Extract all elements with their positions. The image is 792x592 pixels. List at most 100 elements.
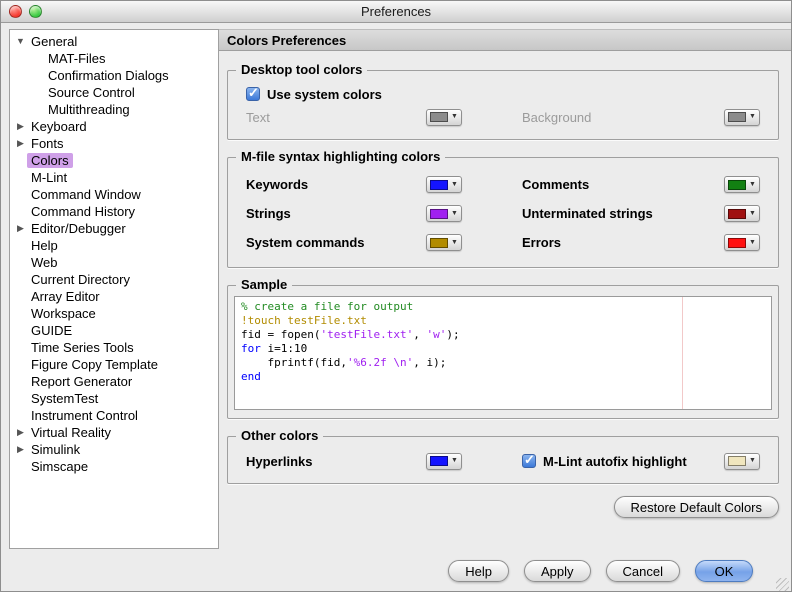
code-segment-keyword: for <box>241 342 261 355</box>
sidebar-item-source-control[interactable]: Source Control <box>10 84 218 101</box>
unterminated-strings-color-swatch <box>728 209 746 219</box>
cancel-button[interactable]: Cancel <box>606 560 680 582</box>
sidebar-item-command-history[interactable]: Command History <box>10 203 218 220</box>
strings-color-dropdown[interactable]: ▼ <box>426 205 462 222</box>
chevron-down-icon: ▼ <box>451 456 458 466</box>
sidebar-item-help[interactable]: Help <box>10 237 218 254</box>
sidebar-item-figure-copy-template[interactable]: Figure Copy Template <box>10 356 218 373</box>
sidebar-item-multithreading[interactable]: Multithreading <box>10 101 218 118</box>
window-title: Preferences <box>361 4 431 19</box>
desktop-tool-colors-group: Desktop tool colors Use system colors Te… <box>227 70 779 140</box>
mlint-autofix-label: M-Lint autofix highlight <box>543 454 687 469</box>
sidebar-item-label: Web <box>27 255 62 270</box>
sidebar-item-editor-debugger[interactable]: ▶Editor/Debugger <box>10 220 218 237</box>
keywords-color-dropdown[interactable]: ▼ <box>426 176 462 193</box>
zoom-button[interactable] <box>29 5 42 18</box>
code-line: fid = fopen('testFile.txt', 'w'); <box>241 328 765 342</box>
ok-button[interactable]: OK <box>695 560 753 582</box>
restore-default-colors-button[interactable]: Restore Default Colors <box>614 496 780 518</box>
syntax-colors-group: M-file syntax highlighting colors Keywor… <box>227 157 779 268</box>
sidebar-item-simulink[interactable]: ▶Simulink <box>10 441 218 458</box>
use-system-colors-checkbox[interactable] <box>246 87 260 101</box>
sidebar-item-fonts[interactable]: ▶Fonts <box>10 135 218 152</box>
dialog-body: ▼GeneralMAT-FilesConfirmation DialogsSou… <box>1 23 791 549</box>
help-button[interactable]: Help <box>448 560 509 582</box>
sidebar-item-command-window[interactable]: Command Window <box>10 186 218 203</box>
disclosure-triangle-icon[interactable]: ▶ <box>14 424 27 441</box>
sidebar-item-time-series-tools[interactable]: Time Series Tools <box>10 339 218 356</box>
disclosure-triangle-icon[interactable]: ▶ <box>14 441 27 458</box>
code-line: end <box>241 370 765 384</box>
resize-grip-icon[interactable] <box>776 578 789 591</box>
sidebar-item-array-editor[interactable]: Array Editor <box>10 288 218 305</box>
code-segment-system: !touch testFile.txt <box>241 314 367 327</box>
sidebar-item-systemtest[interactable]: SystemTest <box>10 390 218 407</box>
sidebar-item-label: Time Series Tools <box>27 340 138 355</box>
sidebar-item-label: Fonts <box>27 136 68 151</box>
sidebar-item-mat-files[interactable]: MAT-Files <box>10 50 218 67</box>
sidebar-item-instrument-control[interactable]: Instrument Control <box>10 407 218 424</box>
other-colors-row: Hyperlinks ▼ M-Lint autofix highlight ▼ <box>246 449 760 473</box>
unterminated-strings-color-dropdown[interactable]: ▼ <box>724 205 760 222</box>
sidebar-item-label: Virtual Reality <box>27 425 115 440</box>
syntax-label: Keywords <box>246 177 426 192</box>
sidebar-item-virtual-reality[interactable]: ▶Virtual Reality <box>10 424 218 441</box>
sidebar-item-general[interactable]: ▼General <box>10 33 218 50</box>
use-system-colors-label: Use system colors <box>267 87 382 102</box>
code-line: % create a file for output <box>241 300 765 314</box>
disclosure-triangle-icon[interactable]: ▶ <box>14 135 27 152</box>
errors-color-swatch <box>728 238 746 248</box>
background-label: Background <box>522 110 720 125</box>
code-segment-text: , <box>413 328 426 341</box>
sidebar-item-m-lint[interactable]: M-Lint <box>10 169 218 186</box>
errors-color-dropdown[interactable]: ▼ <box>724 234 760 251</box>
disclosure-triangle-icon[interactable]: ▶ <box>14 118 27 135</box>
mlint-autofix-checkbox[interactable] <box>522 454 536 468</box>
sidebar-item-colors[interactable]: Colors <box>10 152 218 169</box>
text-color-dropdown[interactable]: ▼ <box>426 109 462 126</box>
sidebar-item-simscape[interactable]: Simscape <box>10 458 218 475</box>
system-commands-color-dropdown[interactable]: ▼ <box>426 234 462 251</box>
mlint-autofix-color-dropdown[interactable]: ▼ <box>724 453 760 470</box>
sidebar-item-label: Simulink <box>27 442 84 457</box>
other-colors-group: Other colors Hyperlinks ▼ M-Lint autofix… <box>227 436 779 484</box>
preferences-tree: ▼GeneralMAT-FilesConfirmation Dialogs Sou… <box>9 29 219 549</box>
chevron-down-icon: ▼ <box>749 456 756 466</box>
chevron-down-icon: ▼ <box>451 209 458 219</box>
sidebar-item-web[interactable]: Web <box>10 254 218 271</box>
code-segment-text: , i); <box>413 356 446 369</box>
disclosure-triangle-icon[interactable]: ▼ <box>14 33 27 50</box>
hyperlinks-color-dropdown[interactable]: ▼ <box>426 453 462 470</box>
background-color-swatch <box>728 112 746 122</box>
sidebar-item-label: Help <box>27 238 62 253</box>
sidebar-item-label: Confirmation Dialogs <box>44 68 173 83</box>
chevron-down-icon: ▼ <box>451 112 458 122</box>
disclosure-triangle-icon[interactable]: ▶ <box>14 220 27 237</box>
apply-button[interactable]: Apply <box>524 560 591 582</box>
panel-header: Colors Preferences <box>219 29 791 51</box>
panel-content: Desktop tool colors Use system colors Te… <box>219 51 791 549</box>
code-segment-string: 'w' <box>426 328 446 341</box>
background-color-dropdown[interactable]: ▼ <box>724 109 760 126</box>
sidebar-item-label: General <box>27 34 81 49</box>
comments-color-dropdown[interactable]: ▼ <box>724 176 760 193</box>
sidebar-item-label: Array Editor <box>27 289 104 304</box>
restore-row: Restore Default Colors <box>227 496 779 518</box>
sidebar-item-report-generator[interactable]: Report Generator <box>10 373 218 390</box>
sidebar-item-label: Editor/Debugger <box>27 221 130 236</box>
sidebar-item-keyboard[interactable]: ▶Keyboard <box>10 118 218 135</box>
close-button[interactable] <box>9 5 22 18</box>
sidebar-item-label: Multithreading <box>44 102 134 117</box>
syntax-label: Strings <box>246 206 426 221</box>
editor-margin-line <box>682 297 683 409</box>
sidebar-item-label: M-Lint <box>27 170 71 185</box>
sidebar-item-confirmation-dialogs[interactable]: Confirmation Dialogs <box>10 67 218 84</box>
text-color-swatch <box>430 112 448 122</box>
syntax-color-row: System commands▼Errors▼ <box>246 228 760 257</box>
sidebar-item-current-directory[interactable]: Current Directory <box>10 271 218 288</box>
syntax-label: Unterminated strings <box>522 206 720 221</box>
sidebar-item-label: Source Control <box>44 85 139 100</box>
sidebar-item-guide[interactable]: GUIDE <box>10 322 218 339</box>
sidebar-item-workspace[interactable]: Workspace <box>10 305 218 322</box>
comments-color-swatch <box>728 180 746 190</box>
